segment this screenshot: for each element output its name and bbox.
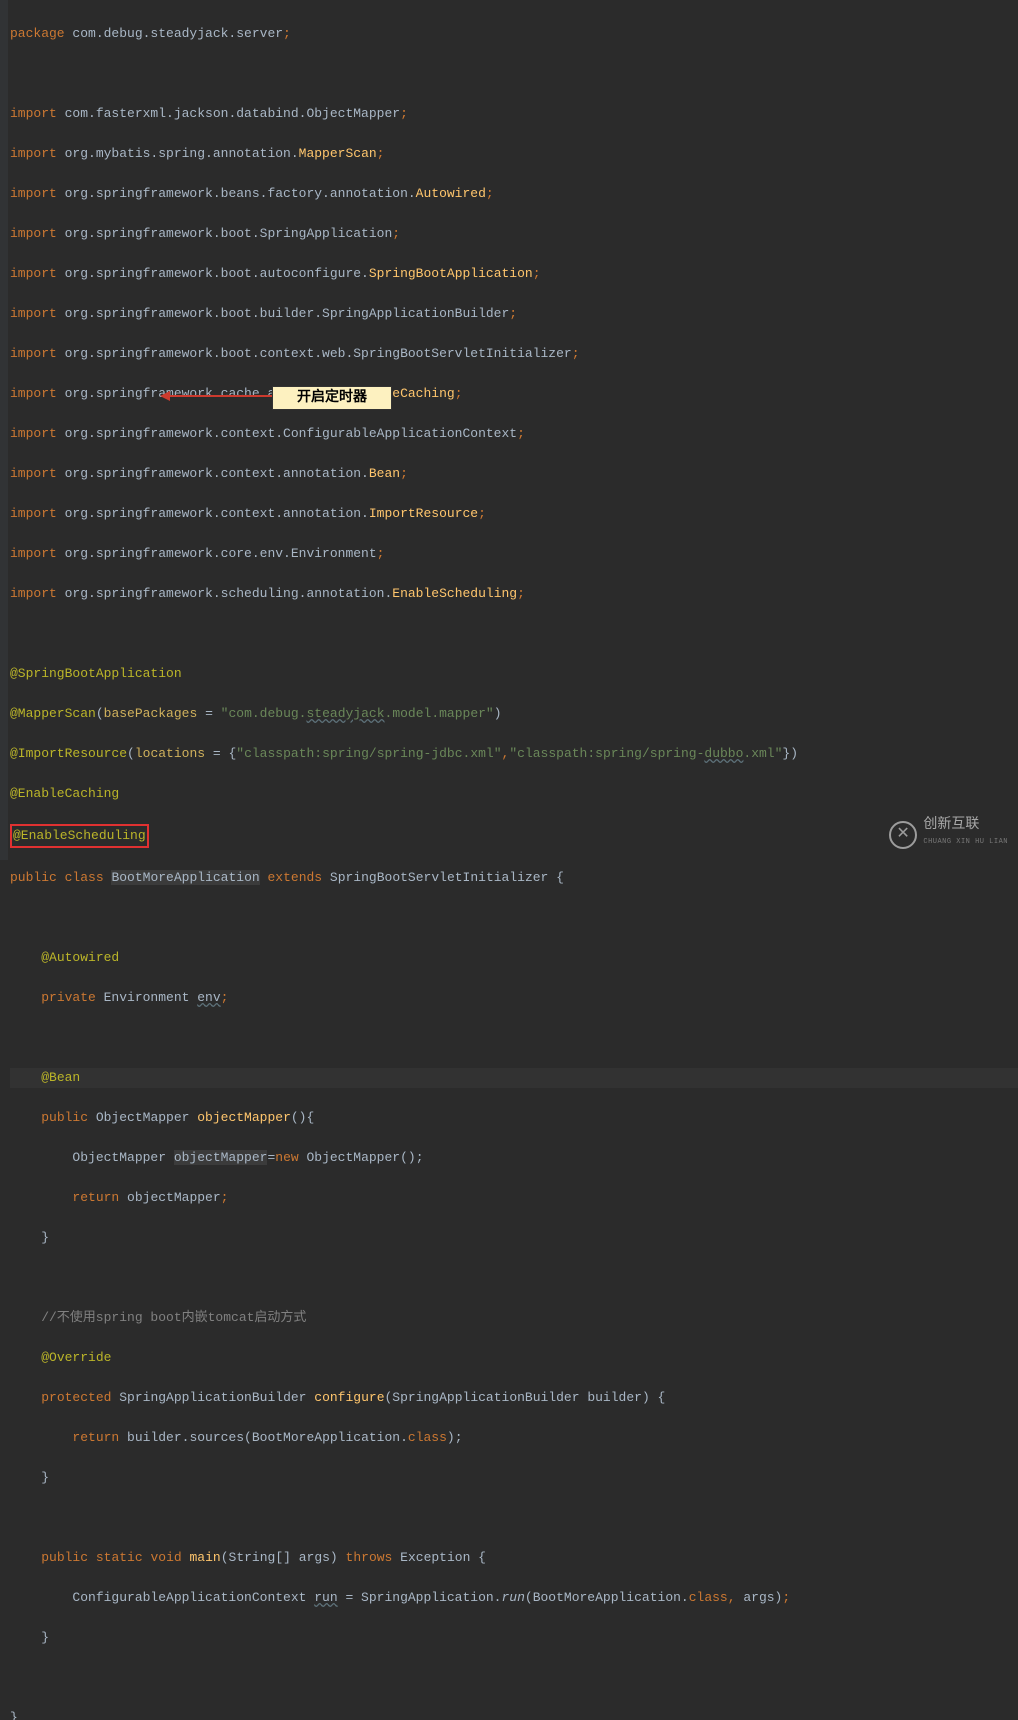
code-line: @Override (10, 1348, 1018, 1368)
code-line: public ObjectMapper objectMapper(){ (10, 1108, 1018, 1128)
code-line: return builder.sources(BootMoreApplicati… (10, 1428, 1018, 1448)
code-line: import org.springframework.scheduling.an… (10, 584, 1018, 604)
code-line: ObjectMapper objectMapper=new ObjectMapp… (10, 1148, 1018, 1168)
watermark-main-text: 创新互联 (923, 818, 1008, 832)
code-line (10, 1268, 1018, 1288)
code-line (10, 64, 1018, 84)
code-line: private Environment env; (10, 988, 1018, 1008)
code-line: //不使用spring boot内嵌tomcat启动方式 (10, 1308, 1018, 1328)
watermark: 创新互联 CHUANG XIN HU LIAN (889, 818, 1008, 852)
code-line: @SpringBootApplication (10, 664, 1018, 684)
code-line: @EnableScheduling (10, 824, 1018, 848)
enable-scheduling-highlight: @EnableScheduling (10, 824, 149, 848)
watermark-logo-icon (889, 821, 917, 849)
code-editor[interactable]: package com.debug.steadyjack.server; imp… (0, 0, 1018, 1720)
code-line: import org.springframework.boot.builder.… (10, 304, 1018, 324)
code-line: @MapperScan(basePackages = "com.debug.st… (10, 704, 1018, 724)
code-line: import org.springframework.core.env.Envi… (10, 544, 1018, 564)
code-line: @Autowired (10, 948, 1018, 968)
code-line: import org.mybatis.spring.annotation.Map… (10, 144, 1018, 164)
code-line: import com.fasterxml.jackson.databind.Ob… (10, 104, 1018, 124)
callout-label: 开启定时器 (297, 390, 367, 405)
code-line: } (10, 1228, 1018, 1248)
code-line: import org.springframework.context.annot… (10, 504, 1018, 524)
code-line: @EnableCaching (10, 784, 1018, 804)
annotation-arrow (168, 395, 272, 397)
code-line: } (10, 1628, 1018, 1648)
code-line: public static void main(String[] args) t… (10, 1548, 1018, 1568)
code-line: import org.springframework.beans.factory… (10, 184, 1018, 204)
watermark-sub-text: CHUANG XIN HU LIAN (923, 832, 1008, 852)
code-line (10, 1508, 1018, 1528)
annotation-callout: 开启定时器 (272, 386, 392, 410)
code-line: import org.springframework.boot.autoconf… (10, 264, 1018, 284)
code-line: package com.debug.steadyjack.server; (10, 24, 1018, 44)
code-line: protected SpringApplicationBuilder confi… (10, 1388, 1018, 1408)
code-line: } (10, 1708, 1018, 1720)
code-line: import org.springframework.context.annot… (10, 464, 1018, 484)
code-line: import org.springframework.boot.SpringAp… (10, 224, 1018, 244)
code-line: public class BootMoreApplication extends… (10, 868, 1018, 888)
code-line (10, 1668, 1018, 1688)
cursor-line: @Bean (10, 1068, 1018, 1088)
code-line: import org.springframework.context.Confi… (10, 424, 1018, 444)
code-line (10, 624, 1018, 644)
code-line: @ImportResource(locations = {"classpath:… (10, 744, 1018, 764)
code-line: import org.springframework.boot.context.… (10, 344, 1018, 364)
code-line: return objectMapper; (10, 1188, 1018, 1208)
code-line (10, 1028, 1018, 1048)
code-line (10, 908, 1018, 928)
code-line: ConfigurableApplicationContext run = Spr… (10, 1588, 1018, 1608)
code-line: } (10, 1468, 1018, 1488)
